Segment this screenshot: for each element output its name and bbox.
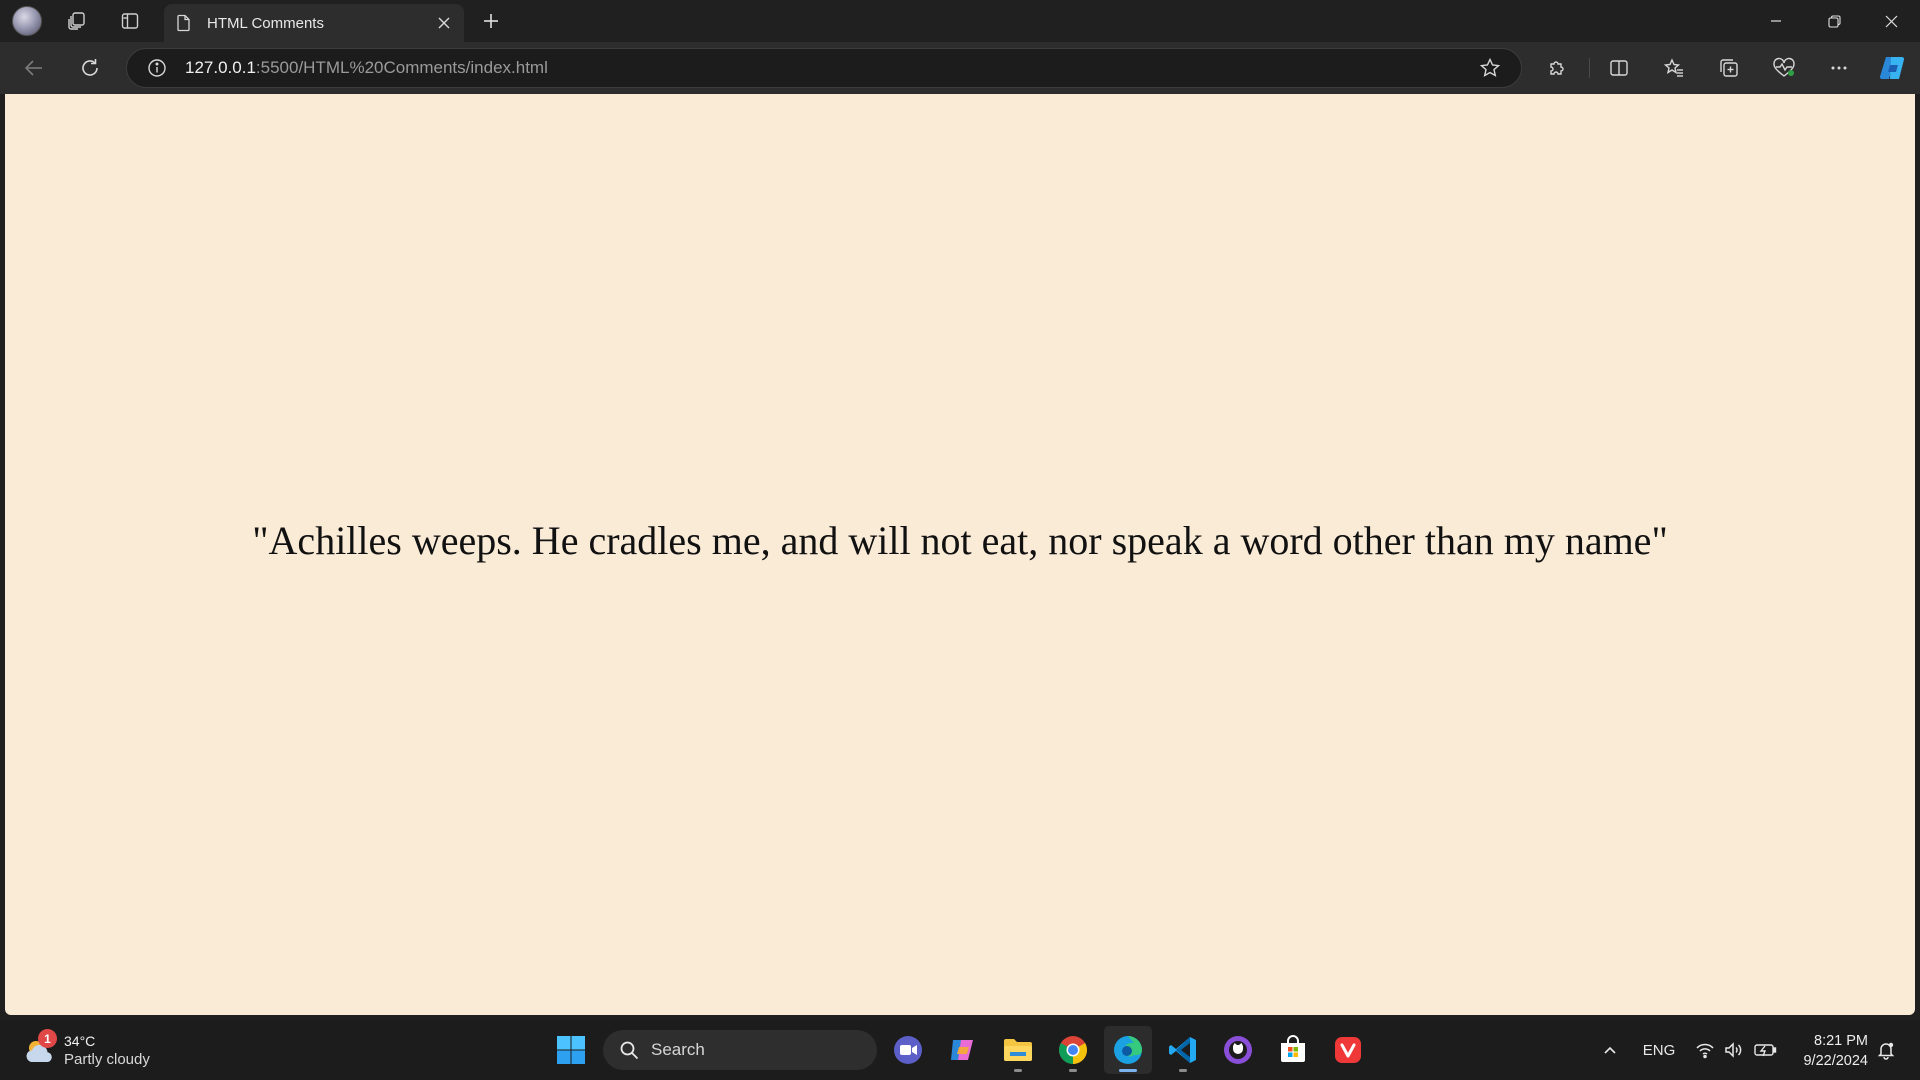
chrome-icon (1059, 1036, 1087, 1064)
weather-alert-badge: 1 (38, 1029, 57, 1048)
start-button[interactable] (547, 1026, 595, 1074)
input-language-indicator[interactable]: ENG (1640, 1036, 1678, 1064)
taskbar-app-edge[interactable] (1104, 1026, 1152, 1074)
copilot-icon (1879, 56, 1905, 80)
puzzle-icon (1550, 61, 1564, 75)
workspaces-icon (68, 12, 85, 30)
url-text[interactable]: 127.0.0.1:5500/HTML%20Comments/index.htm… (185, 58, 1475, 78)
url-host: 127.0.0.1 (185, 58, 256, 77)
system-clock[interactable]: 8:21 PM 9/22/2024 (1790, 1030, 1868, 1072)
vertical-tabs-icon (121, 13, 139, 29)
taskbar-app-github-desktop[interactable] (1214, 1026, 1262, 1074)
taskbar-app-vivaldi[interactable] (1324, 1026, 1372, 1074)
favorites-icon (1663, 58, 1683, 77)
show-hidden-icons-button[interactable] (1598, 1036, 1622, 1064)
split-screen-button[interactable] (1601, 50, 1637, 86)
restore-button[interactable] (1805, 0, 1863, 42)
page-viewport: "Achilles weeps. He cradles me, and will… (5, 94, 1915, 1015)
store-icon (1281, 1035, 1305, 1062)
refresh-icon (82, 59, 98, 76)
wifi-icon[interactable] (1692, 1036, 1718, 1064)
toolbar-divider (1589, 58, 1590, 78)
weather-temperature: 34°C (64, 1032, 96, 1049)
weather-condition: Partly cloudy (64, 1050, 150, 1068)
running-indicator (1179, 1069, 1187, 1072)
collections-button[interactable] (1711, 50, 1747, 86)
new-tab-button[interactable] (474, 6, 508, 36)
title-bar: HTML Comments (0, 0, 1920, 42)
close-window-button[interactable] (1862, 0, 1920, 42)
quote-text: "Achilles weeps. He cradles me, and will… (252, 518, 1668, 563)
running-indicator (1119, 1069, 1137, 1072)
tab-html-comments[interactable]: HTML Comments (164, 4, 464, 42)
page-document-icon (174, 13, 194, 33)
bell-icon (1877, 1042, 1895, 1060)
split-screen-icon (1610, 60, 1628, 76)
plus-icon (484, 14, 498, 28)
vivaldi-icon (1335, 1037, 1361, 1063)
tab-title: HTML Comments (207, 14, 324, 32)
taskbar-app-copilot[interactable] (939, 1026, 987, 1074)
taskbar-app-microsoft-store[interactable] (1269, 1026, 1317, 1074)
partly-cloudy-icon: 1 (22, 1029, 58, 1068)
workspaces-button[interactable] (59, 4, 95, 38)
close-icon (1885, 15, 1897, 27)
quote-container: "Achilles weeps. He cradles me, and will… (5, 94, 1915, 1015)
github-icon (1224, 1036, 1252, 1064)
tab-actions-button[interactable] (112, 4, 148, 38)
collections-icon (1720, 59, 1738, 77)
weather-widget[interactable]: 1 34°C Partly cloudy (22, 1028, 202, 1072)
tab-close-button[interactable] (430, 9, 458, 37)
taskbar: 1 34°C Partly cloudy Search ENG 8:21 PM … (0, 1020, 1920, 1080)
minimize-icon (1771, 20, 1781, 22)
meet-now-icon (894, 1036, 922, 1064)
clock-date: 9/22/2024 (1803, 1053, 1868, 1069)
search-icon (617, 1038, 641, 1062)
add-favorite-button[interactable] (1475, 53, 1505, 83)
more-horizontal-icon (1831, 66, 1847, 70)
url-path: :5500/HTML%20Comments/index.html (255, 58, 548, 77)
settings-more-button[interactable] (1821, 50, 1857, 86)
heart-pulse-icon (1773, 57, 1795, 77)
notifications-button[interactable] (1872, 1036, 1900, 1064)
minimize-button[interactable] (1747, 0, 1805, 42)
extensions-button[interactable] (1540, 50, 1576, 86)
copilot-button[interactable] (1875, 50, 1911, 86)
close-icon (438, 17, 450, 29)
taskbar-app-file-explorer[interactable] (994, 1026, 1042, 1074)
chevron-up-icon (1604, 1046, 1616, 1054)
battery-icon[interactable] (1750, 1036, 1780, 1064)
taskbar-app-chrome[interactable] (1049, 1026, 1097, 1074)
favorites-button[interactable] (1656, 50, 1692, 86)
edge-icon (1114, 1036, 1142, 1064)
running-indicator (1069, 1069, 1077, 1072)
browser-essentials-button[interactable] (1766, 50, 1802, 86)
windows-logo-icon (557, 1036, 585, 1064)
volume-icon[interactable] (1720, 1036, 1746, 1064)
star-icon (1479, 57, 1501, 77)
back-button[interactable] (16, 50, 52, 86)
taskbar-search[interactable]: Search (603, 1030, 877, 1070)
arrow-left-icon (24, 60, 42, 76)
running-indicator (1014, 1069, 1022, 1072)
folder-icon (1004, 1039, 1032, 1061)
avatar-icon (12, 6, 42, 36)
address-bar[interactable]: 127.0.0.1:5500/HTML%20Comments/index.htm… (126, 48, 1522, 88)
copilot-icon (951, 1040, 973, 1060)
taskbar-app-meet-now[interactable] (884, 1026, 932, 1074)
vscode-icon (1169, 1037, 1196, 1063)
restore-icon (1827, 14, 1841, 28)
clock-time: 8:21 PM (1814, 1033, 1868, 1049)
refresh-button[interactable] (72, 50, 108, 86)
search-label: Search (651, 1040, 705, 1059)
taskbar-app-vscode[interactable] (1159, 1026, 1207, 1074)
site-info-icon[interactable] (145, 56, 169, 80)
browser-toolbar: 127.0.0.1:5500/HTML%20Comments/index.htm… (0, 42, 1920, 94)
profile-avatar-button[interactable] (9, 4, 45, 38)
